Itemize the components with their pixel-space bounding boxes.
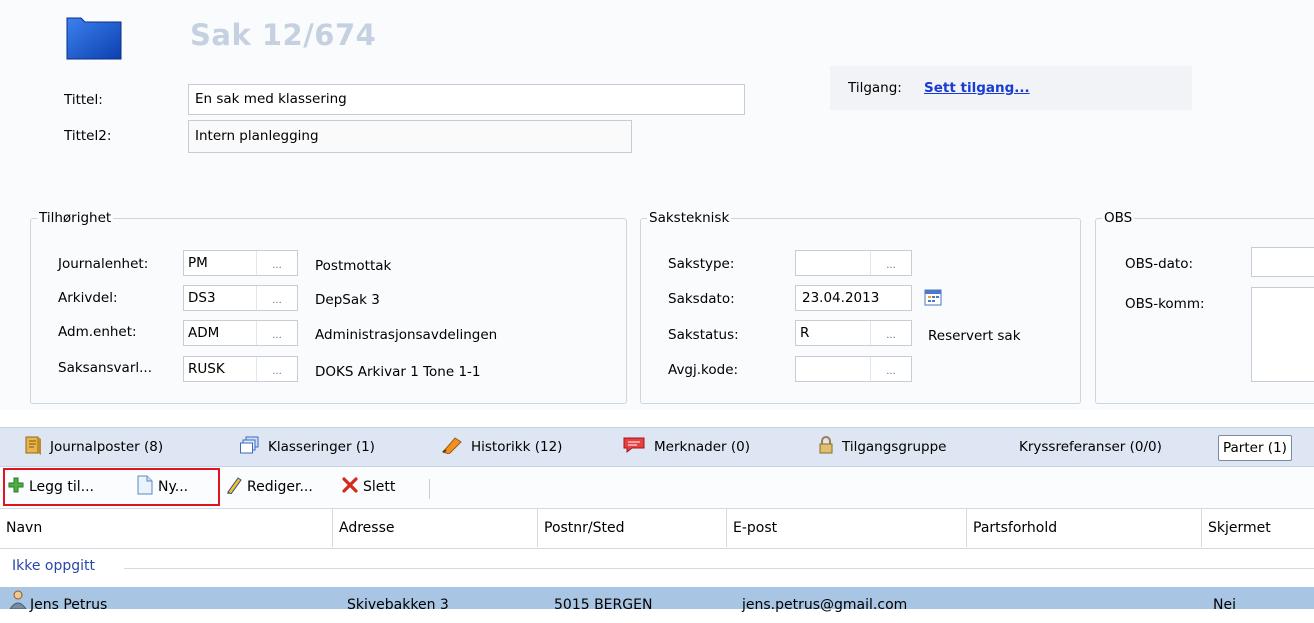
group-row-ikke-oppgitt[interactable]: Ikke oppgitt — [0, 550, 1314, 586]
tab-merknader[interactable]: Merknader (0) — [622, 428, 750, 466]
group-label: Ikke oppgitt — [12, 558, 96, 574]
highlight-box — [3, 468, 220, 506]
cell-navn: Jens Petrus — [30, 597, 108, 613]
folder-icon — [66, 14, 122, 64]
tab-bar: Journalposter (8) Klasseringer (1) Histo… — [0, 427, 1314, 467]
sakstype-field[interactable]: ... — [795, 250, 912, 276]
klassering-icon — [240, 436, 260, 458]
column-partsforhold[interactable]: Partsforhold — [967, 509, 1202, 547]
cell-skjermet: Nei — [1213, 597, 1236, 613]
page-title: Sak 12/674 — [190, 18, 377, 52]
saksansvarlig-desc: DOKS Arkivar 1 Tone 1-1 — [315, 364, 481, 380]
avgjkode-lookup-button[interactable]: ... — [870, 357, 911, 381]
column-adresse[interactable]: Adresse — [333, 509, 538, 547]
sakstype-lookup-button[interactable]: ... — [870, 251, 911, 275]
tab-klasseringer[interactable]: Klasseringer (1) — [240, 428, 375, 466]
obs-legend: OBS — [1104, 210, 1133, 226]
cell-adresse: Skivebakken 3 — [347, 597, 449, 613]
tab-journalposter[interactable]: Journalposter (8) — [24, 428, 163, 466]
obs-komm-label: OBS-komm: — [1125, 296, 1205, 312]
journalenhet-desc: Postmottak — [315, 258, 392, 274]
admenhet-desc: Administrasjonsavdelingen — [315, 327, 498, 343]
journalenhet-label: Journalenhet: — [58, 256, 149, 272]
tab-historikk[interactable]: Historikk (12) — [441, 428, 562, 466]
arkivdel-label: Arkivdel: — [58, 290, 118, 306]
tittel2-label: Tittel2: — [64, 128, 112, 144]
parter-toolbar: Legg til... Ny... Rediger... Slett — [0, 467, 1314, 509]
sakstatus-label: Sakstatus: — [668, 327, 739, 343]
tab-parter[interactable]: Parter (1) — [1218, 435, 1292, 461]
saksdato-label: Saksdato: — [668, 291, 735, 307]
tilhorighet-legend: Tilhørighet — [39, 210, 112, 226]
toolbar-separator — [429, 479, 430, 499]
tab-tilgangsgruppe[interactable]: Tilgangsgruppe — [818, 428, 946, 466]
tab-kryssreferanser[interactable]: Kryssreferanser (0/0) — [1019, 428, 1162, 466]
edit-button[interactable]: Rediger... — [226, 467, 313, 507]
column-epost[interactable]: E-post — [727, 509, 967, 547]
cell-postnr: 5015 BERGEN — [554, 597, 653, 613]
sakstype-label: Sakstype: — [668, 256, 735, 272]
merknad-icon — [622, 436, 646, 458]
saksdato-field[interactable]: 23.04.2013 — [795, 285, 912, 311]
tittel-field[interactable]: En sak med klassering — [188, 84, 745, 115]
arkivdel-desc: DepSak 3 — [315, 292, 380, 308]
column-skjermet[interactable]: Skjermet — [1202, 509, 1314, 547]
arkivdel-field[interactable]: DS3 ... — [183, 285, 298, 311]
parter-column-header: Navn Adresse Postnr/Sted E-post Partsfor… — [0, 509, 1314, 549]
sakstatus-field[interactable]: R ... — [795, 320, 912, 346]
obs-komm-field[interactable] — [1251, 287, 1314, 382]
saksansvarlig-label: Saksansvarl... — [58, 360, 152, 376]
case-header-panel: Sak 12/674 Tittel: En sak med klassering… — [0, 0, 1314, 410]
obs-dato-label: OBS-dato: — [1125, 256, 1194, 272]
saksansvarlig-field[interactable]: RUSK ... — [183, 356, 298, 382]
table-row[interactable]: Jens Petrus Skivebakken 3 5015 BERGEN je… — [0, 587, 1314, 613]
tilgang-panel: Tilgang: Sett tilgang... — [830, 66, 1192, 110]
group-divider — [124, 568, 1314, 569]
column-navn[interactable]: Navn — [0, 509, 333, 547]
avgjkode-field[interactable]: ... — [795, 356, 912, 382]
obs-dato-field[interactable] — [1251, 247, 1314, 277]
avgjkode-label: Avgj.kode: — [668, 362, 739, 378]
saksansvarlig-lookup-button[interactable]: ... — [256, 357, 297, 381]
sett-tilgang-link[interactable]: Sett tilgang... — [924, 80, 1030, 96]
saksteknisk-legend: Saksteknisk — [649, 210, 730, 226]
admenhet-label: Adm.enhet: — [58, 324, 137, 340]
calendar-icon[interactable] — [924, 288, 942, 310]
sakstatus-desc: Reservert sak — [928, 328, 1021, 344]
admenhet-field[interactable]: ADM ... — [183, 320, 298, 346]
delete-button[interactable]: Slett — [342, 467, 395, 507]
pencil-icon — [226, 476, 242, 498]
cell-epost: jens.petrus@gmail.com — [742, 597, 908, 613]
journalenhet-field[interactable]: PM ... — [183, 250, 298, 276]
delete-x-icon — [342, 477, 358, 497]
arkivdel-lookup-button[interactable]: ... — [256, 286, 297, 310]
journal-icon — [24, 435, 42, 459]
tilgang-label: Tilgang: — [848, 80, 902, 96]
tittel2-field[interactable]: Intern planlegging — [188, 120, 632, 153]
admenhet-lookup-button[interactable]: ... — [256, 321, 297, 345]
column-postnr-sted[interactable]: Postnr/Sted — [538, 509, 727, 547]
journalenhet-lookup-button[interactable]: ... — [256, 251, 297, 275]
tittel-label: Tittel: — [64, 92, 103, 108]
sakstatus-lookup-button[interactable]: ... — [870, 321, 911, 345]
historikk-icon — [441, 436, 463, 458]
lock-icon — [818, 436, 834, 458]
person-icon — [9, 589, 27, 613]
